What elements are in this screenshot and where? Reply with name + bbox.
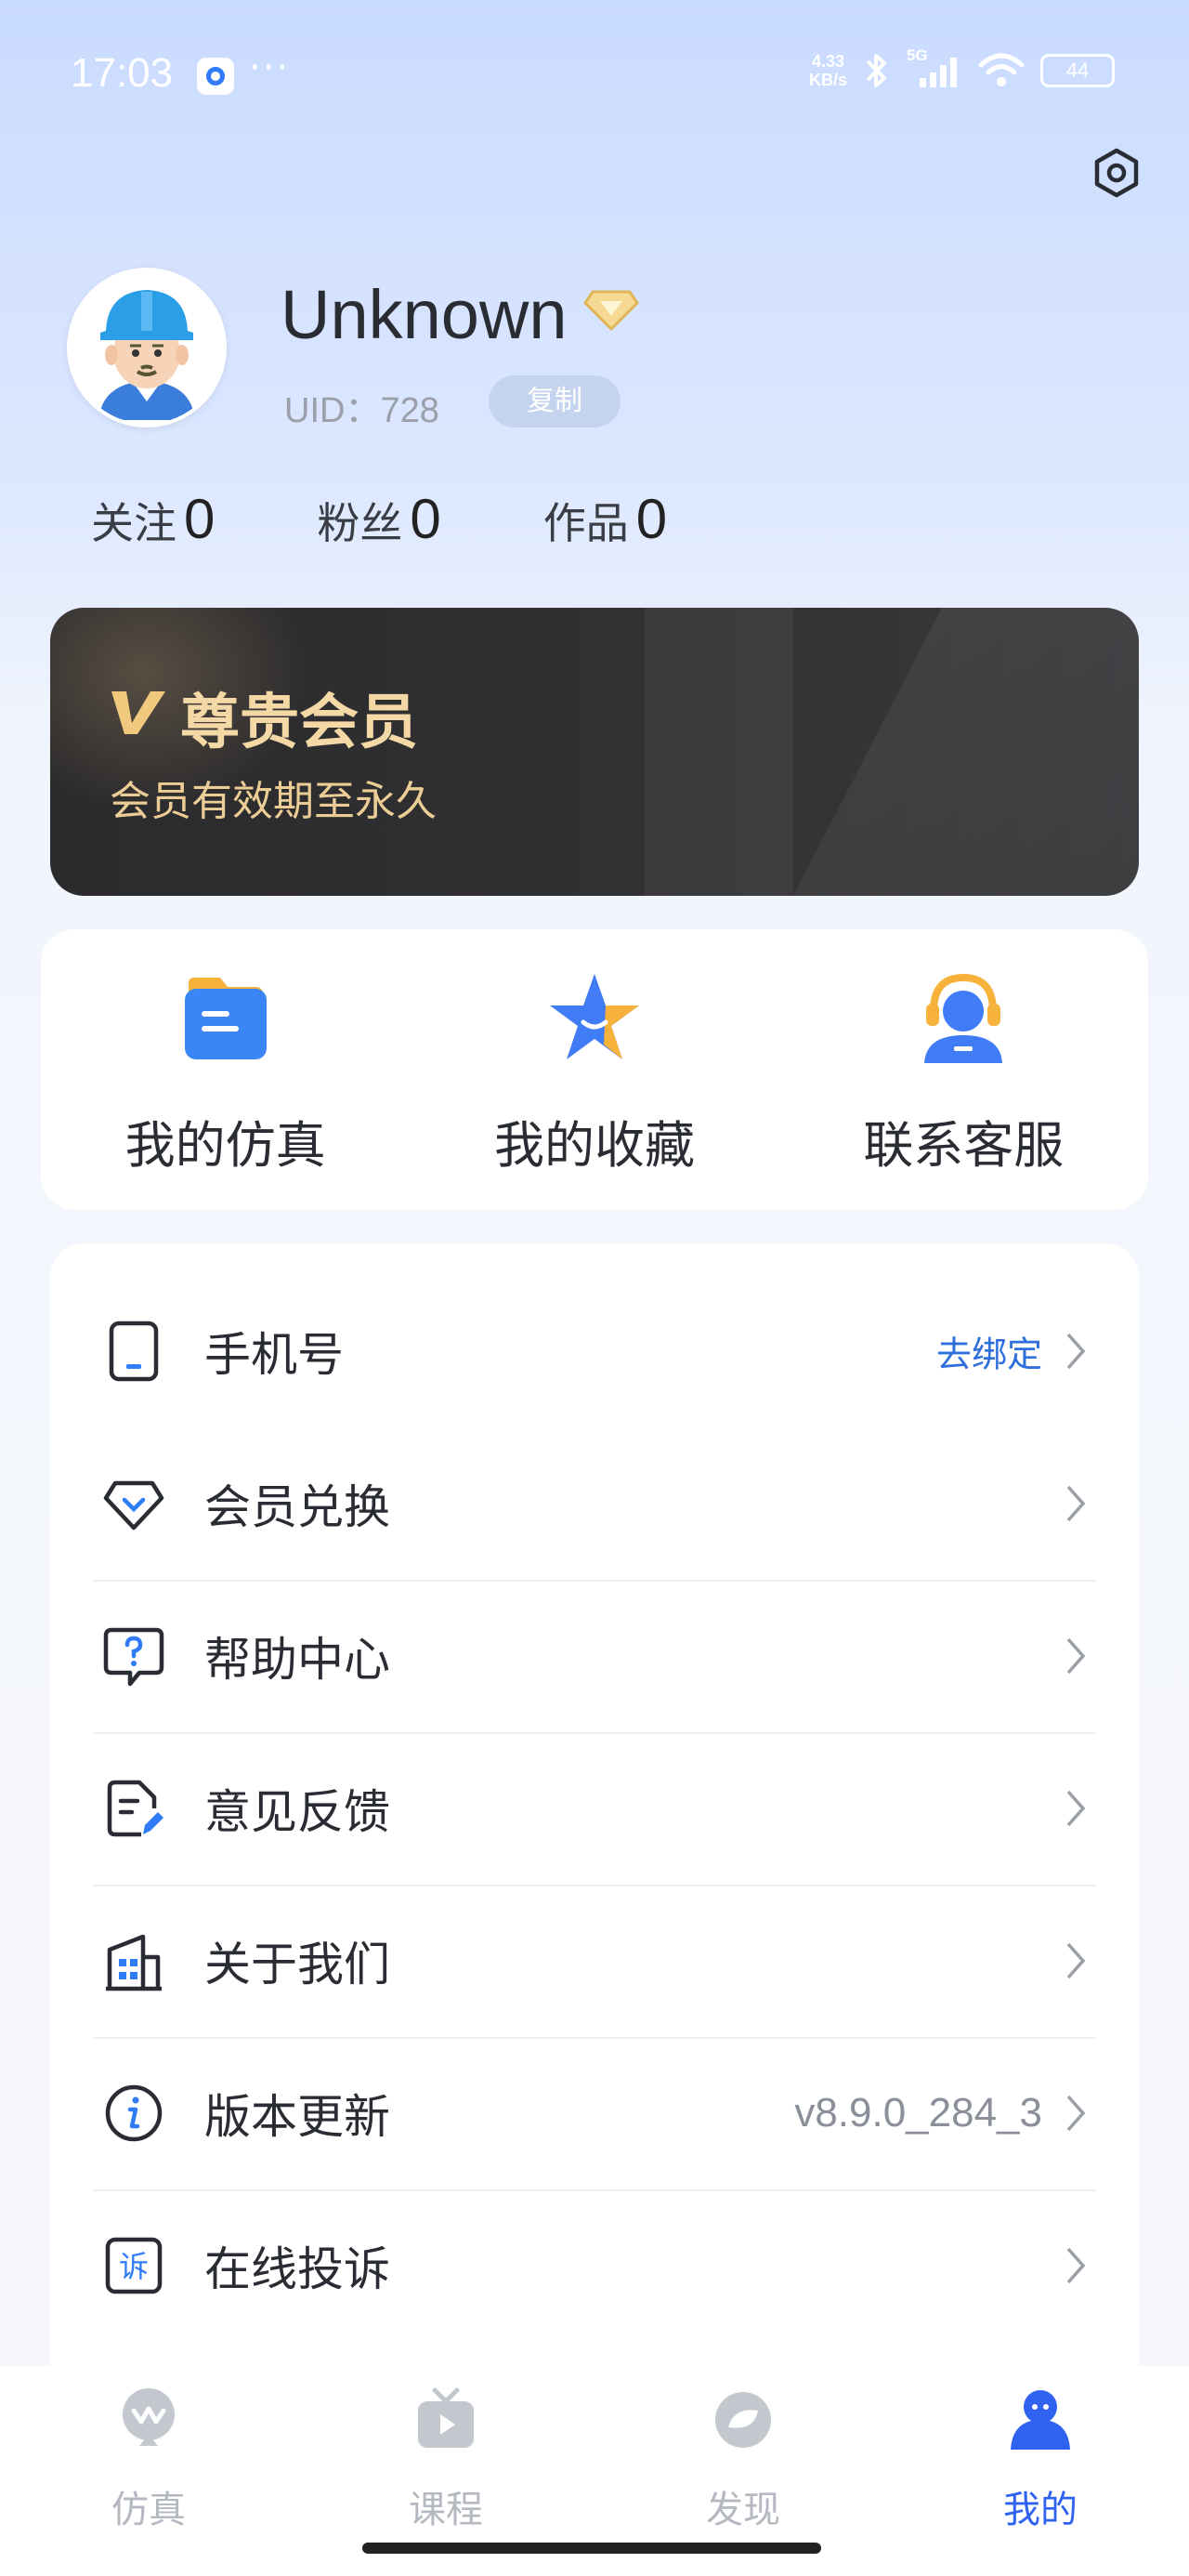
worker-avatar-icon xyxy=(71,271,223,424)
copy-uid-button[interactable]: 复制 xyxy=(489,375,621,427)
chevron-right-icon xyxy=(1066,1637,1086,1675)
star-icon xyxy=(549,974,639,1059)
settings-icon[interactable] xyxy=(1091,147,1143,199)
vip-title: 尊贵会员 xyxy=(180,689,418,757)
discover-icon xyxy=(715,2392,771,2448)
building-icon xyxy=(106,1934,162,1991)
simulation-icon xyxy=(123,2388,175,2446)
profile-icon xyxy=(1011,2390,1070,2450)
more-notifications-icon: ··· xyxy=(249,46,291,89)
tab-simulation[interactable]: 仿真 xyxy=(0,2366,297,2576)
help-icon xyxy=(103,1627,164,1687)
status-indicators: 4.33 KB/s 5G 44 xyxy=(808,46,1115,91)
status-bar: 17:03 ··· 4.33 KB/s 5G 44 xyxy=(0,0,1189,149)
battery-indicator: 44 xyxy=(1040,54,1115,87)
info-icon xyxy=(105,2084,163,2142)
notification-app-icon xyxy=(197,58,234,95)
vip-diamond-icon xyxy=(583,290,639,332)
quick-actions: 我的仿真 我的收藏 联系客服 xyxy=(41,929,1148,1210)
stat-works[interactable]: 作品 0 xyxy=(543,487,667,551)
menu-version-update[interactable]: 版本更新 v8.9.0_284_3 xyxy=(50,2037,1139,2189)
menu-online-complaint[interactable]: 诉 在线投诉 xyxy=(50,2189,1139,2342)
home-indicator[interactable] xyxy=(362,2543,821,2554)
stat-following[interactable]: 关注 0 xyxy=(91,487,215,551)
tab-mine[interactable]: 我的 xyxy=(892,2366,1189,2576)
chevron-right-icon xyxy=(1066,1790,1086,1827)
diamond-icon xyxy=(103,1480,164,1531)
signal-indicator: 5G xyxy=(907,46,962,89)
menu-phone[interactable]: 手机号 去绑定 xyxy=(50,1275,1139,1427)
network-speed: 4.33 KB/s xyxy=(808,52,847,89)
stat-followers[interactable]: 粉丝 0 xyxy=(317,487,440,551)
status-time: 17:03 xyxy=(71,50,174,96)
chevron-right-icon xyxy=(1066,2095,1086,2132)
quick-customer-service[interactable]: 联系客服 xyxy=(779,929,1148,1210)
menu-help-center[interactable]: 帮助中心 xyxy=(50,1580,1139,1732)
quick-my-favorites[interactable]: 我的收藏 xyxy=(410,929,778,1210)
username: Unknown xyxy=(281,276,568,353)
menu-feedback[interactable]: 意见反馈 xyxy=(50,1732,1139,1885)
phone-icon xyxy=(109,1321,159,1382)
feedback-icon xyxy=(107,1780,163,1837)
version-number: v8.9.0_284_3 xyxy=(794,2090,1042,2136)
user-id: UID：728 xyxy=(284,391,439,430)
chevron-right-icon xyxy=(1066,1485,1086,1522)
svg-text:诉: 诉 xyxy=(119,2249,149,2284)
settings-menu: 手机号 去绑定 会员兑换 帮助中心 意见反馈 关于我们 版本更新 v8.9.0_… xyxy=(50,1243,1139,2396)
chevron-right-icon xyxy=(1066,1333,1086,1370)
vip-v-icon xyxy=(111,691,165,734)
cell-signal-icon xyxy=(920,58,957,87)
wifi-icon xyxy=(978,53,1025,86)
customer-service-icon xyxy=(924,973,1003,1063)
menu-vip-redeem[interactable]: 会员兑换 xyxy=(50,1427,1139,1580)
profile-stats: 关注 0 粉丝 0 作品 0 xyxy=(91,487,769,551)
menu-about-us[interactable]: 关于我们 xyxy=(50,1885,1139,2037)
quick-my-simulation[interactable]: 我的仿真 xyxy=(41,929,410,1210)
chevron-right-icon xyxy=(1066,1942,1086,1979)
complaint-icon: 诉 xyxy=(105,2237,163,2294)
chevron-right-icon xyxy=(1066,2247,1086,2284)
bluetooth-icon xyxy=(866,54,886,87)
vip-validity: 会员有效期至永久 xyxy=(110,778,437,825)
folder-icon xyxy=(184,978,267,1059)
tv-icon xyxy=(418,2387,474,2448)
avatar[interactable] xyxy=(67,268,227,427)
bind-phone-link[interactable]: 去绑定 xyxy=(936,1326,1042,1377)
